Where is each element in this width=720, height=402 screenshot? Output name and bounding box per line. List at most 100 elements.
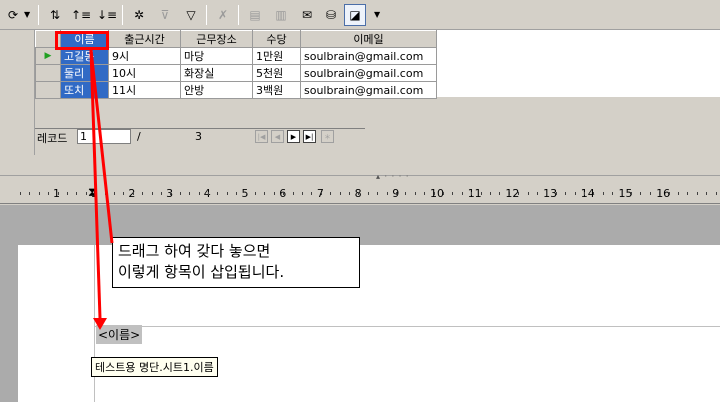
sort-ascending-icon[interactable]: ↑≡ bbox=[70, 4, 92, 26]
table-row[interactable]: ▶ 고길동 9시 마당 1만원 soulbrain@gmail.com bbox=[35, 47, 437, 65]
inserted-database-field[interactable]: <이름> bbox=[96, 325, 143, 344]
ruler-tick bbox=[481, 192, 482, 195]
table-cell[interactable]: 둘리 bbox=[60, 64, 109, 82]
table-cell[interactable]: 고길동 bbox=[60, 47, 109, 65]
ruler-tick bbox=[434, 192, 435, 195]
refresh-dropdown-icon[interactable]: ▼ bbox=[24, 10, 30, 19]
ruler-tick bbox=[152, 192, 153, 195]
ruler-tick bbox=[631, 192, 632, 195]
column-header-workplace[interactable]: 근무장소 bbox=[180, 30, 253, 48]
mail-merge-icon[interactable]: ✉ bbox=[296, 4, 318, 26]
previous-record-icon: ◀ bbox=[271, 130, 284, 143]
row-header[interactable] bbox=[35, 64, 61, 82]
column-header-start-time[interactable]: 출근시간 bbox=[108, 30, 181, 48]
table-cell[interactable]: soulbrain@gmail.com bbox=[300, 81, 437, 99]
ruler-tick bbox=[133, 192, 134, 195]
explorer-toggle-icon[interactable]: ◪ bbox=[344, 4, 366, 26]
ruler-tick bbox=[189, 192, 190, 195]
ruler-tick bbox=[76, 192, 77, 195]
ruler-tick bbox=[697, 192, 698, 195]
ruler-tick bbox=[443, 192, 444, 195]
ruler-tick bbox=[86, 192, 87, 195]
ruler-tick bbox=[612, 192, 613, 195]
field-tooltip: 테스트용 명단.시트1.이름 bbox=[91, 357, 218, 377]
table-cell[interactable]: 5천원 bbox=[252, 64, 301, 82]
ruler-tick bbox=[669, 192, 670, 195]
annotation-line-1: 드래그 하여 갖다 놓으면 bbox=[118, 242, 271, 260]
toolbar-options-icon[interactable]: ▼ bbox=[374, 10, 380, 19]
ruler-tick bbox=[29, 192, 30, 195]
new-record-icon: ＊ bbox=[321, 130, 334, 143]
autofilter-icon[interactable]: ✲ bbox=[128, 4, 150, 26]
column-header-allowance[interactable]: 수당 bbox=[252, 30, 301, 48]
record-total: 3 bbox=[195, 130, 202, 143]
ruler-number: 10 bbox=[430, 187, 444, 200]
row-header[interactable] bbox=[35, 81, 61, 99]
standard-filter-icon[interactable]: ▽ bbox=[180, 4, 202, 26]
ruler-tick bbox=[687, 192, 688, 195]
record-label: 레코드 bbox=[37, 132, 68, 145]
ruler-tick bbox=[528, 192, 529, 195]
ruler-tick bbox=[650, 192, 651, 195]
table-cell[interactable]: 마당 bbox=[180, 47, 253, 65]
ruler-tick bbox=[518, 192, 519, 195]
ruler-tick bbox=[387, 192, 388, 195]
table-cell[interactable]: 11시 bbox=[108, 81, 181, 99]
table-cell[interactable]: 1만원 bbox=[252, 47, 301, 65]
ruler-tick bbox=[227, 192, 228, 195]
table-cell[interactable]: 화장실 bbox=[180, 64, 253, 82]
table-cell[interactable]: 10시 bbox=[108, 64, 181, 82]
refresh-icon[interactable]: ⟳ bbox=[2, 4, 24, 26]
panel-splitter[interactable]: ▴ · · · · bbox=[0, 172, 720, 183]
table-cell[interactable]: soulbrain@gmail.com bbox=[300, 47, 437, 65]
horizontal-ruler[interactable]: 112345678910111213141516⧗ bbox=[0, 184, 720, 204]
table-cell[interactable]: 안방 bbox=[180, 81, 253, 99]
annotation-callout: 드래그 하여 갖다 놓으면 이렇게 항목이 삽입됩니다. bbox=[112, 237, 360, 288]
ruler-tick bbox=[293, 192, 294, 195]
grid-empty-area bbox=[35, 97, 720, 155]
table-row[interactable]: 둘리 10시 화장실 5천원 soulbrain@gmail.com bbox=[35, 64, 437, 82]
ruler-tick bbox=[622, 192, 623, 195]
ruler-tick bbox=[358, 192, 359, 195]
next-record-icon[interactable]: ▶ bbox=[287, 130, 300, 143]
data-to-fields-icon: ▥ bbox=[275, 8, 287, 22]
ruler-tick bbox=[340, 192, 341, 195]
explorer-panel-edge bbox=[0, 30, 35, 155]
toolbar-separator bbox=[38, 5, 39, 25]
ruler-tick bbox=[509, 192, 510, 195]
table-cell[interactable]: soulbrain@gmail.com bbox=[300, 64, 437, 82]
toolbar-separator bbox=[122, 5, 123, 25]
record-number-input[interactable]: 1 bbox=[77, 129, 131, 144]
data-source-icon[interactable]: ⛁ bbox=[320, 4, 342, 26]
last-record-icon[interactable]: ▶| bbox=[303, 130, 316, 143]
sort-descending-icon[interactable]: ↓≡ bbox=[96, 4, 118, 26]
ruler-tick bbox=[678, 192, 679, 195]
table-row[interactable]: 또치 11시 안방 3백원 soulbrain@gmail.com bbox=[35, 81, 437, 99]
ruler-tick bbox=[246, 192, 247, 195]
column-header-email[interactable]: 이메일 bbox=[300, 30, 437, 48]
ruler-tick bbox=[264, 192, 265, 195]
indent-marker-icon[interactable]: ⧗ bbox=[88, 185, 96, 200]
ruler-tick bbox=[546, 192, 547, 195]
splitter-grip-icon[interactable]: ▴ · · · · bbox=[376, 172, 409, 181]
ruler-tick bbox=[706, 192, 707, 195]
table-cell[interactable]: 9시 bbox=[108, 47, 181, 65]
ruler-tick bbox=[593, 192, 594, 195]
annotation-line-2: 이렇게 항목이 삽입됩니다. bbox=[118, 263, 285, 281]
data-to-text-icon: ▤ bbox=[249, 8, 261, 22]
ruler-tick bbox=[274, 192, 275, 195]
ruler-tick bbox=[161, 192, 162, 195]
ruler-tick bbox=[199, 192, 200, 195]
table-cell[interactable]: 또치 bbox=[60, 81, 109, 99]
ruler-number: 5 bbox=[241, 187, 249, 200]
database-toolbar: ⟳ ▼ ⇅ ↑≡ ↓≡ ✲ ⊽ ▽ ✗ ▤ ▥ ✉ ⛁ ◪ ▼ bbox=[0, 0, 720, 30]
current-row-icon[interactable]: ▶ bbox=[35, 47, 61, 65]
ruler-tick bbox=[105, 192, 106, 195]
toolbar-separator bbox=[238, 5, 239, 25]
table-cell[interactable]: 3백원 bbox=[252, 81, 301, 99]
ruler-tick bbox=[349, 192, 350, 195]
ruler-tick bbox=[659, 192, 660, 195]
ruler-tick bbox=[462, 192, 463, 195]
sort-icon[interactable]: ⇅ bbox=[44, 4, 66, 26]
ruler-tick bbox=[490, 192, 491, 195]
